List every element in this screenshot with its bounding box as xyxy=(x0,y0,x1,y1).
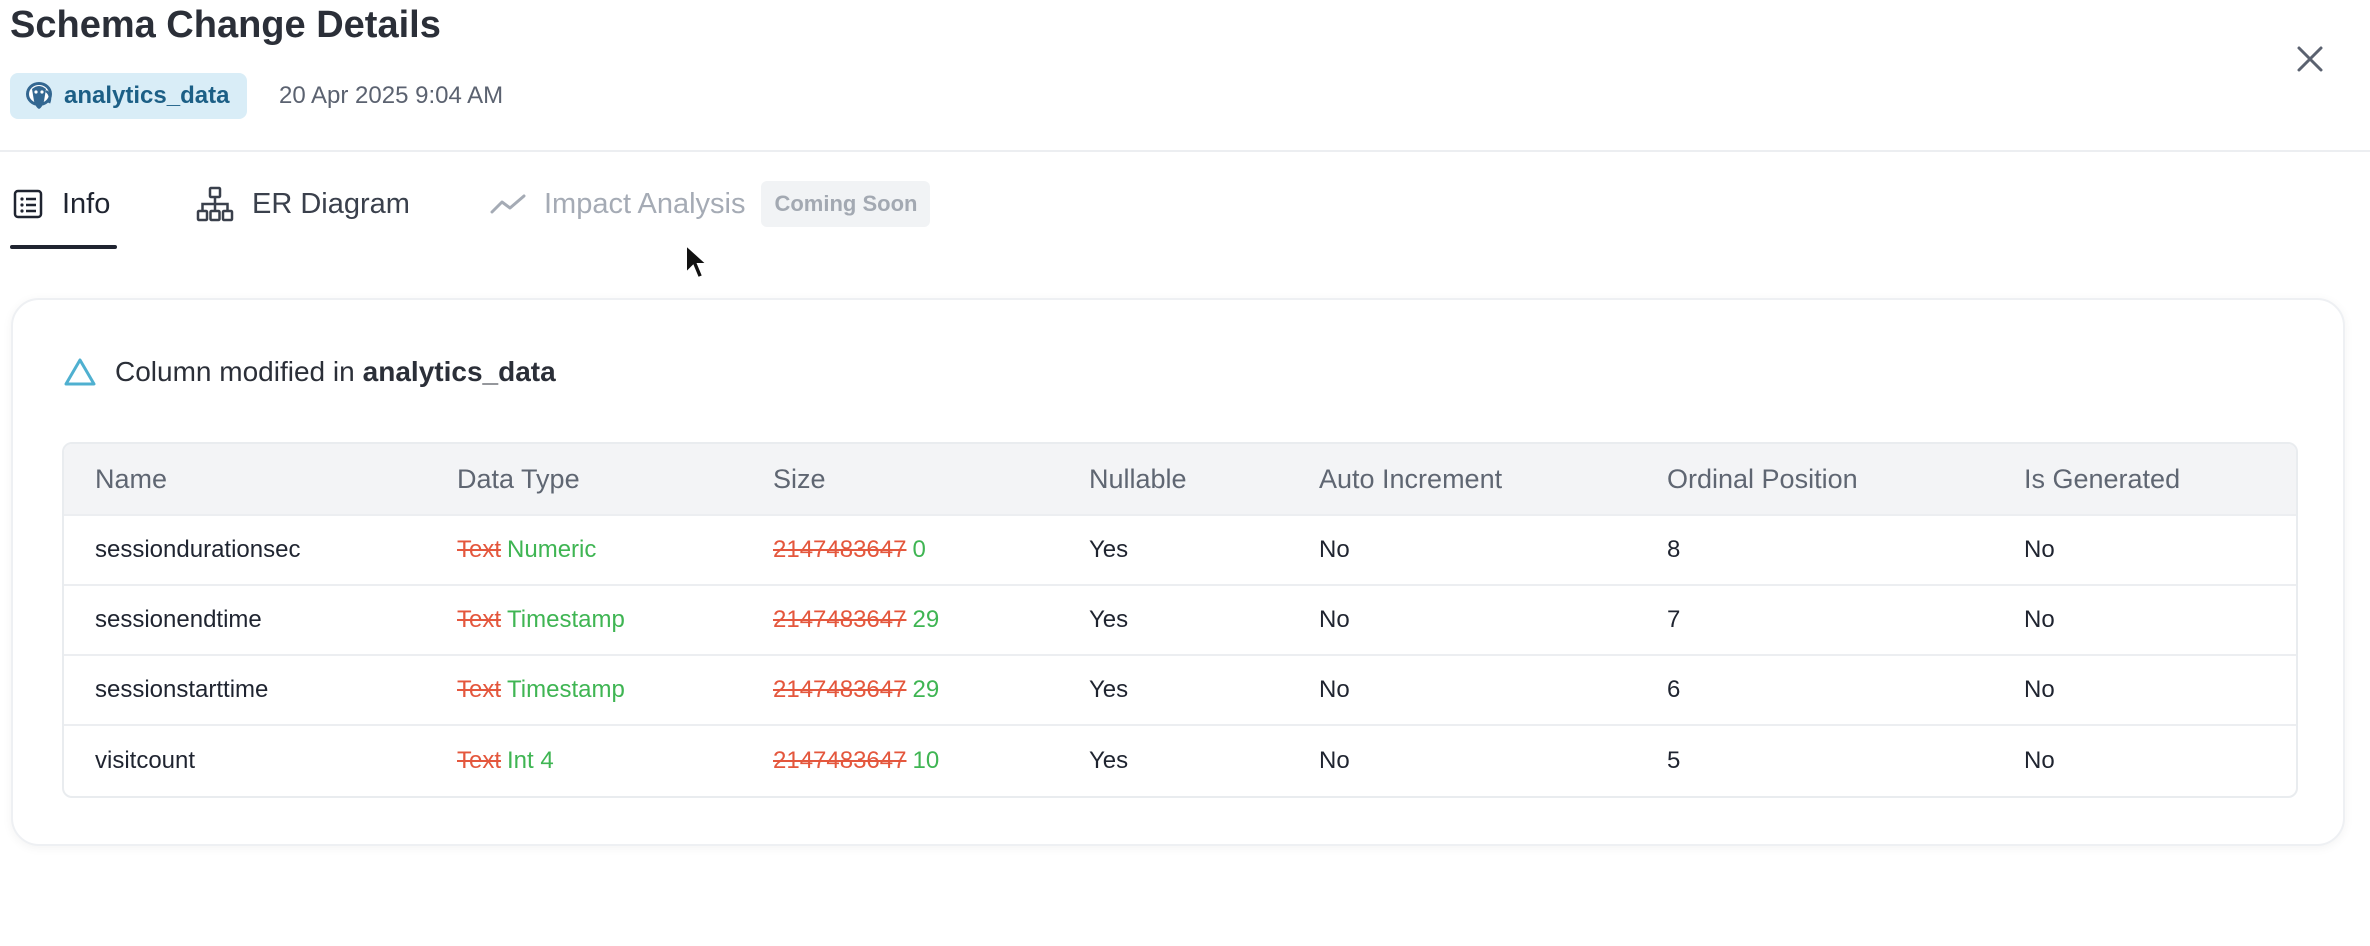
is-generated-cell: No xyxy=(2024,676,2055,703)
size-cell: 2147483647 0 xyxy=(742,515,1058,585)
change-card: Column modified in analytics_data Name D… xyxy=(11,298,2345,846)
list-icon xyxy=(12,188,44,220)
database-chip: analytics_data xyxy=(10,73,247,119)
old-value: Text xyxy=(457,536,502,563)
table-row: sessionendtime Text Timestamp 2147483647 2… xyxy=(64,585,2296,655)
new-value: Numeric xyxy=(507,536,597,563)
mouse-cursor-icon xyxy=(684,242,710,288)
ordinal-position-cell: 5 xyxy=(1667,746,1681,774)
ordinal-position-cell: 8 xyxy=(1667,536,1681,563)
change-summary: Column modified in analytics_data xyxy=(63,352,556,392)
old-value: Text xyxy=(457,676,502,703)
column-header: Auto Increment xyxy=(1319,463,1503,494)
table-header-row: Name Data Type Size Nullable Auto Increm… xyxy=(64,444,2296,515)
tab-bar: Info ER Diagram Impact Analysis Coming S… xyxy=(0,152,2370,252)
change-timestamp: 20 Apr 2025 9:04 AM xyxy=(279,82,504,109)
tab-er-diagram[interactable]: ER Diagram xyxy=(196,178,410,230)
is-generated-cell: No xyxy=(2024,536,2055,563)
data-type-cell: Text Timestamp xyxy=(426,655,742,725)
new-value: Int 4 xyxy=(507,746,554,774)
old-value: 2147483647 xyxy=(773,536,907,563)
old-value: 2147483647 xyxy=(773,676,907,703)
column-header: Name xyxy=(95,463,168,494)
change-summary-text: Column modified in xyxy=(115,356,355,387)
nullable-cell: Yes xyxy=(1089,536,1129,563)
data-type-cell: Text Timestamp xyxy=(426,585,742,655)
tab-impact-analysis-label: Impact Analysis xyxy=(544,187,746,220)
auto-increment-cell: No xyxy=(1319,536,1350,563)
tab-info[interactable]: Info xyxy=(12,178,110,230)
page-title: Schema Change Details xyxy=(10,4,441,46)
old-value: 2147483647 xyxy=(773,746,907,774)
close-icon xyxy=(2297,46,2323,72)
data-type-cell: Text Numeric xyxy=(426,515,742,585)
database-name: analytics_data xyxy=(64,82,230,109)
change-database-name: analytics_data xyxy=(362,356,556,387)
column-name-cell: sessionendtime xyxy=(95,606,262,633)
table-row: sessiondurationsec Text Numeric 214748364… xyxy=(64,515,2296,585)
auto-increment-cell: No xyxy=(1319,746,1350,774)
column-header: Data Type xyxy=(457,463,580,494)
size-cell: 2147483647 29 xyxy=(742,585,1058,655)
data-type-cell: Text Int 4 xyxy=(426,725,742,795)
new-value: Timestamp xyxy=(507,606,625,633)
is-generated-cell: No xyxy=(2024,746,2055,774)
trend-icon xyxy=(490,192,526,216)
column-name-cell: visitcount xyxy=(95,746,196,774)
nullable-cell: Yes xyxy=(1089,676,1129,703)
new-value: Timestamp xyxy=(507,676,625,703)
new-value: 29 xyxy=(912,676,940,703)
close-button[interactable] xyxy=(2293,42,2327,76)
new-value: 10 xyxy=(912,746,940,774)
is-generated-cell: No xyxy=(2024,606,2055,633)
size-cell: 2147483647 29 xyxy=(742,655,1058,725)
active-tab-indicator xyxy=(10,245,117,249)
auto-increment-cell: No xyxy=(1319,606,1350,633)
postgresql-icon xyxy=(22,79,56,113)
nullable-cell: Yes xyxy=(1089,606,1129,633)
column-header: Nullable xyxy=(1089,463,1187,494)
old-value: Text xyxy=(457,746,502,774)
new-value: 29 xyxy=(912,606,940,633)
table-row: visitcount Text Int 4 2147483647 10 Yes No… xyxy=(64,725,2296,795)
column-name-cell: sessiondurationsec xyxy=(95,536,301,563)
modal-header: Schema Change Details analytics_data 20 … xyxy=(0,0,2370,152)
auto-increment-cell: No xyxy=(1319,676,1350,703)
column-header: Is Generated xyxy=(2024,463,2181,494)
tab-er-diagram-label: ER Diagram xyxy=(252,187,410,220)
nullable-cell: Yes xyxy=(1089,746,1129,774)
ordinal-position-cell: 6 xyxy=(1667,676,1681,703)
new-value: 0 xyxy=(912,536,926,563)
old-value: Text xyxy=(457,606,502,633)
column-name-cell: sessionstarttime xyxy=(95,676,269,703)
triangle-icon xyxy=(63,357,97,387)
coming-soon-badge: Coming Soon xyxy=(761,181,931,227)
tab-impact-analysis[interactable]: Impact Analysis Coming Soon xyxy=(490,178,931,230)
table-row: sessionstarttime Text Timestamp 214748364… xyxy=(64,655,2296,725)
hierarchy-icon xyxy=(196,186,234,222)
column-header: Ordinal Position xyxy=(1667,463,1858,494)
size-cell: 2147483647 10 xyxy=(742,725,1058,795)
schema-change-table: Name Data Type Size Nullable Auto Increm… xyxy=(62,442,2298,798)
old-value: 2147483647 xyxy=(773,606,907,633)
tab-info-label: Info xyxy=(62,187,111,220)
ordinal-position-cell: 7 xyxy=(1667,606,1681,633)
column-header: Size xyxy=(773,463,826,494)
